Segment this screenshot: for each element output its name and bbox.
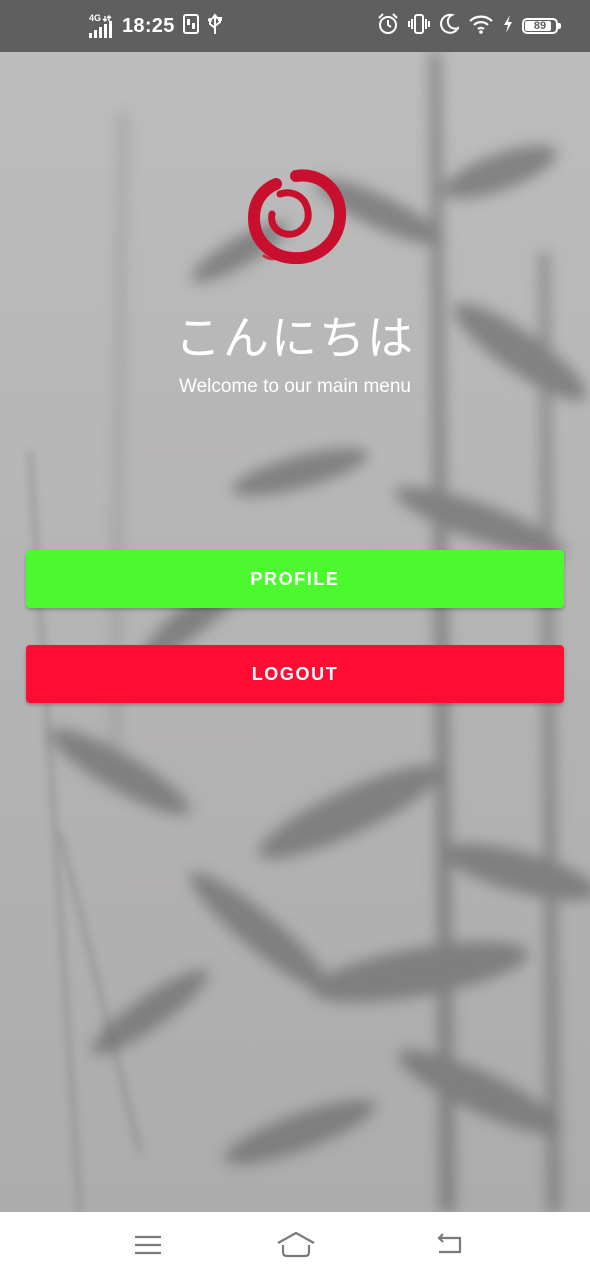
back-icon[interactable]: [434, 1230, 466, 1260]
wifi-icon: [468, 13, 494, 39]
data-saver-icon: [182, 14, 199, 38]
signal-icon: 4G: [88, 11, 114, 41]
status-bar: 4G 18:25 89: [0, 0, 590, 52]
battery-icon: 89: [522, 18, 561, 34]
logout-button[interactable]: LOGOUT: [26, 645, 564, 703]
vibrate-icon: [408, 13, 430, 39]
status-time: 18:25: [122, 14, 175, 37]
welcome-subtitle: Welcome to our main menu: [179, 376, 411, 397]
home-icon[interactable]: [275, 1230, 317, 1260]
app-screen: 4G 18:25 89 こんにちは Welcome to our main me…: [0, 0, 590, 1280]
greeting-title: こんにちは: [175, 311, 415, 365]
usb-icon: [207, 13, 223, 39]
main-menu: こんにちは Welcome to our main menu PROFILE L…: [0, 0, 590, 1212]
profile-button[interactable]: PROFILE: [26, 550, 564, 608]
moon-icon: [439, 13, 461, 39]
status-bar-left: 4G 18:25: [88, 0, 223, 52]
charging-icon: [503, 14, 513, 38]
menu-icon[interactable]: [132, 1230, 164, 1260]
battery-level: 89: [533, 20, 547, 32]
alarm-icon: [377, 13, 399, 39]
navigation-bar: [0, 1212, 590, 1280]
enso-circle-logo: [247, 169, 346, 264]
status-bar-right: 89: [377, 0, 561, 52]
network-type: 4G: [89, 13, 102, 23]
